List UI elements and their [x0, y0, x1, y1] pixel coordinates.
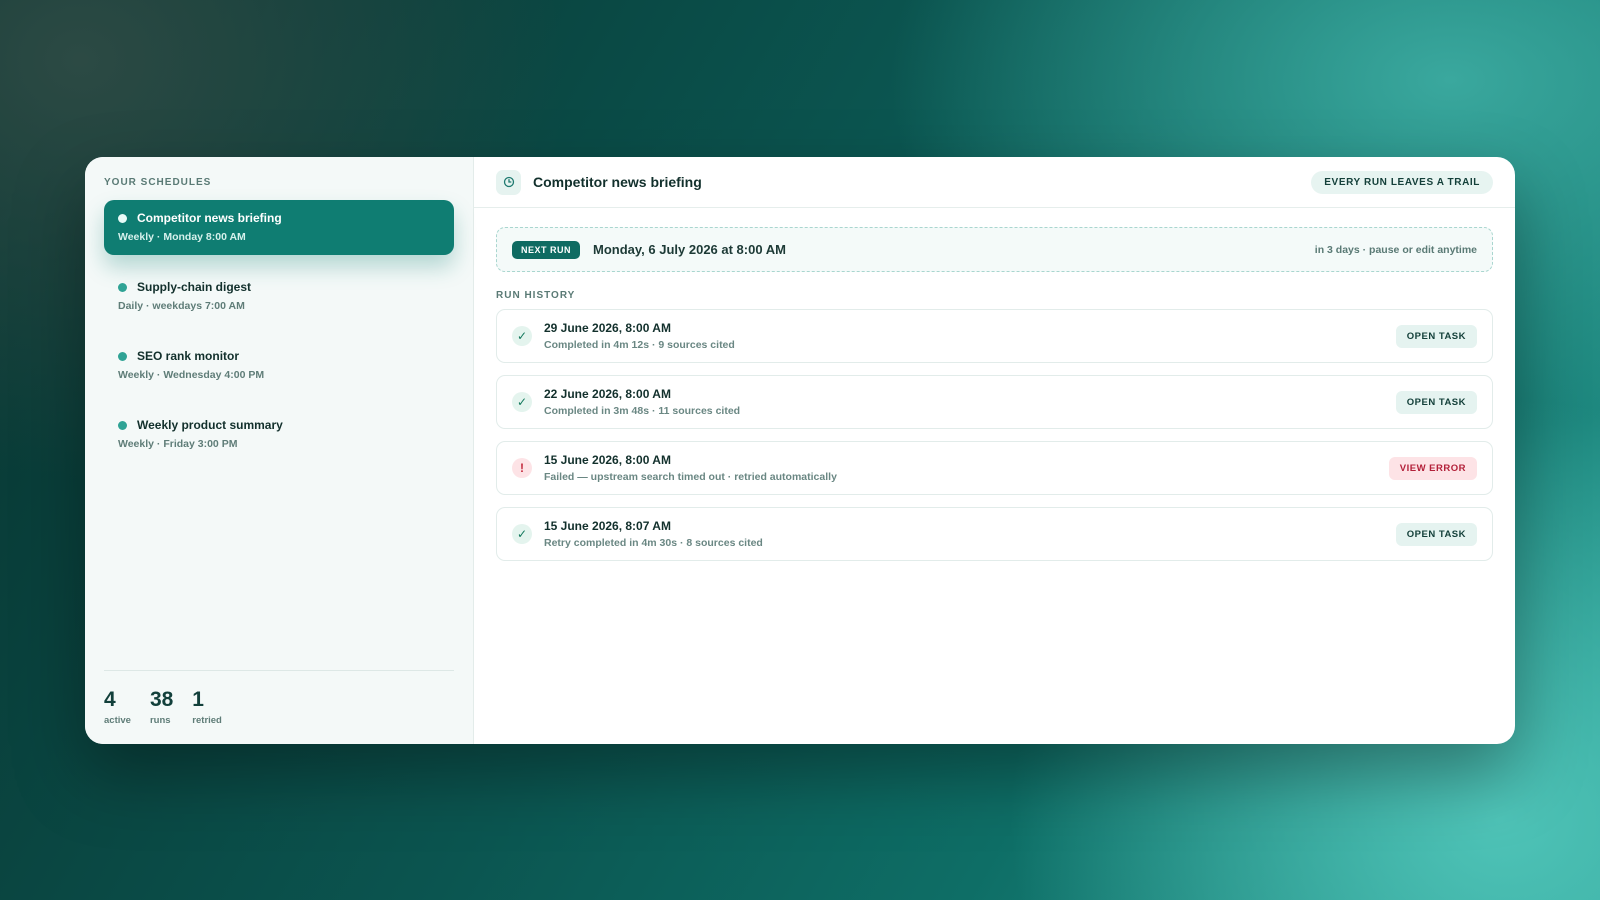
run-description: Completed in 4m 12s · 9 sources cited	[544, 339, 735, 351]
run-history-heading: RUN HISTORY	[496, 290, 576, 301]
check-icon: ✓	[512, 392, 532, 412]
detail-content: NEXT RUN Monday, 6 July 2026 at 8:00 AM …	[474, 208, 1515, 561]
run-description: Retry completed in 4m 30s · 8 sources ci…	[544, 537, 763, 549]
status-dot	[118, 213, 127, 223]
sidebar-heading: YOUR SCHEDULES	[104, 177, 212, 188]
stat-label: runs	[149, 715, 171, 726]
next-run-banner: NEXT RUN Monday, 6 July 2026 at 8:00 AM …	[496, 227, 1493, 272]
stat-active: 4 active	[104, 689, 131, 726]
next-run-note: in 3 days · pause or edit anytime	[1314, 243, 1477, 256]
schedule-meta: Daily · weekdays 7:00 AM	[118, 300, 245, 312]
detail-header: Competitor news briefing EVERY RUN LEAVE…	[474, 157, 1515, 208]
run-title: 15 June 2026, 8:00 AM	[544, 453, 671, 467]
stat-value: 38	[149, 688, 174, 711]
status-dot	[118, 282, 127, 292]
page-title: Competitor news briefing	[533, 174, 702, 190]
schedule-name: SEO rank monitor	[137, 349, 240, 363]
run-description: Completed in 3m 48s · 11 sources cited	[544, 405, 741, 417]
run-description: Failed — upstream search timed out · ret…	[544, 471, 837, 483]
schedule-meta: Weekly · Wednesday 4:00 PM	[118, 369, 265, 381]
schedule-meta: Weekly · Friday 3:00 PM	[118, 438, 238, 450]
run-title: 22 June 2026, 8:00 AM	[544, 387, 671, 401]
run-title: 29 June 2026, 8:00 AM	[544, 321, 671, 335]
stat-value: 1	[192, 688, 204, 711]
trail-badge: EVERY RUN LEAVES A TRAIL	[1311, 170, 1493, 194]
schedule-item-weekly-product-summary[interactable]: Weekly product summary Weekly · Friday 3…	[104, 407, 454, 462]
schedule-stats: 4 active 38 runs 1 retried	[104, 670, 454, 726]
run-row: ! 15 June 2026, 8:00 AM Failed — upstrea…	[496, 441, 1493, 495]
error-icon: !	[512, 458, 532, 478]
schedule-meta: Weekly · Monday 8:00 AM	[118, 231, 246, 243]
stat-runs: 38 runs	[150, 689, 173, 726]
view-error-button[interactable]: VIEW ERROR	[1388, 456, 1477, 480]
stat-retried: 1 retried	[192, 689, 222, 726]
open-task-button[interactable]: OPEN TASK	[1395, 324, 1477, 348]
run-title: 15 June 2026, 8:07 AM	[544, 519, 671, 533]
schedule-item-seo-rank-monitor[interactable]: SEO rank monitor Weekly · Wednesday 4:00…	[104, 338, 454, 393]
run-row: ✓ 29 June 2026, 8:00 AM Completed in 4m …	[496, 309, 1493, 363]
stat-value: 4	[104, 688, 116, 711]
check-icon: ✓	[512, 524, 532, 544]
run-row: ✓ 22 June 2026, 8:00 AM Completed in 3m …	[496, 375, 1493, 429]
schedules-sidebar: YOUR SCHEDULES Competitor news briefing …	[85, 157, 474, 744]
schedule-name: Competitor news briefing	[137, 211, 282, 225]
schedule-name: Weekly product summary	[137, 418, 283, 432]
app-window: YOUR SCHEDULES Competitor news briefing …	[85, 157, 1515, 744]
status-dot	[118, 420, 127, 430]
clock-icon	[496, 169, 521, 195]
next-run-pill: NEXT RUN	[512, 240, 581, 259]
run-row: ✓ 15 June 2026, 8:07 AM Retry completed …	[496, 507, 1493, 561]
next-run-date: Monday, 6 July 2026 at 8:00 AM	[593, 242, 786, 257]
open-task-button[interactable]: OPEN TASK	[1395, 522, 1477, 546]
schedule-item-competitor-news-briefing[interactable]: Competitor news briefing Weekly · Monday…	[104, 200, 454, 255]
schedule-item-supply-chain-digest[interactable]: Supply-chain digest Daily · weekdays 7:0…	[104, 269, 454, 324]
check-icon: ✓	[512, 326, 532, 346]
stat-label: active	[104, 715, 131, 726]
open-task-button[interactable]: OPEN TASK	[1395, 390, 1477, 414]
schedule-detail: Competitor news briefing EVERY RUN LEAVE…	[474, 157, 1515, 744]
schedule-name: Supply-chain digest	[137, 280, 252, 294]
status-dot	[118, 351, 127, 361]
stat-label: retried	[192, 715, 222, 726]
